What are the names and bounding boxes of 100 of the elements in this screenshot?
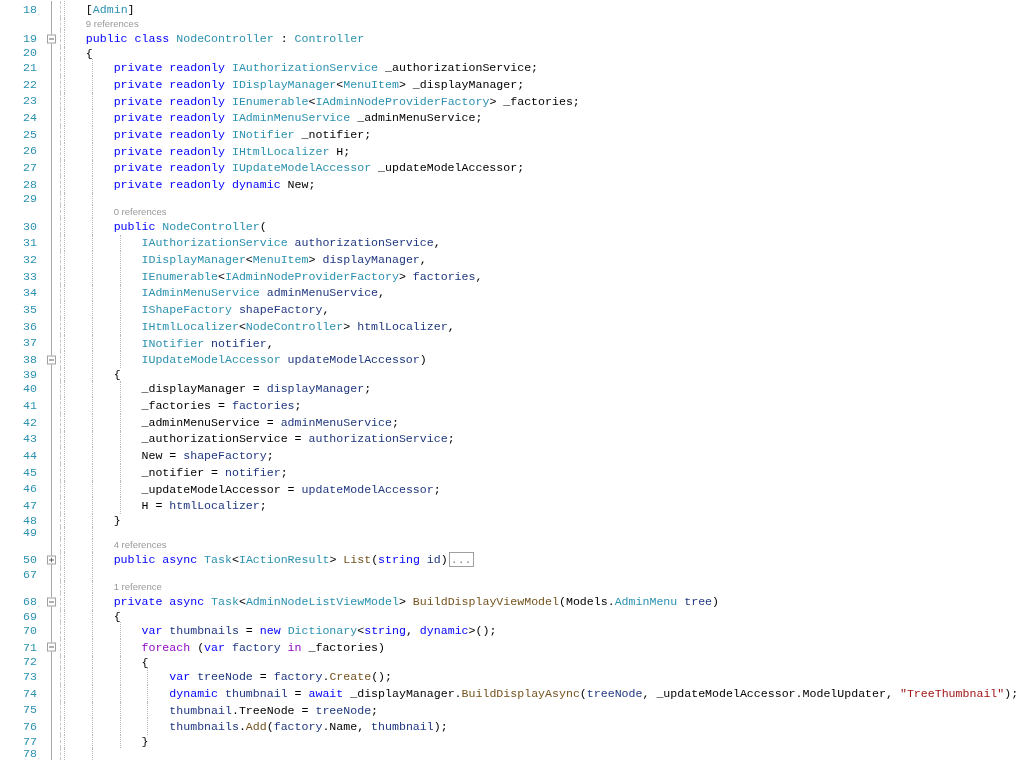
line-number: 71	[23, 639, 37, 656]
line-number: 72	[23, 655, 37, 669]
code-line: private readonly IUpdateModelAccessor _updateModelAccessor;	[113, 161, 525, 175]
line-number: 20	[23, 46, 37, 60]
code-line: _displayManager = displayManager;	[141, 382, 372, 396]
code-line: New = shapeFactory;	[141, 449, 274, 463]
code-line: IUpdateModelAccessor updateModelAccessor)	[141, 353, 427, 367]
line-number: 25	[23, 126, 37, 143]
code-line: private readonly dynamic New;	[113, 178, 316, 192]
code-line: {	[141, 655, 149, 669]
line-number: 22	[23, 76, 37, 93]
line-number: 32	[23, 251, 37, 268]
line-number: 35	[23, 301, 37, 318]
line-number: 47	[23, 498, 37, 515]
line-number: 37	[23, 335, 37, 352]
code-line: {	[113, 367, 121, 381]
line-number: 29	[23, 192, 37, 206]
line-number: 39	[23, 368, 37, 381]
code-line: public async Task<IActionResult> List(string id) ...	[113, 552, 474, 568]
line-number: 67	[23, 568, 37, 581]
code-line: public class NodeController : Controller	[85, 32, 365, 46]
code-line: IShapeFactory shapeFactory,	[141, 303, 330, 317]
plus-icon	[49, 557, 54, 563]
line-number: 24	[23, 110, 37, 127]
code-line: _authorizationService = authorizationService;	[141, 432, 455, 446]
line-number: 34	[23, 285, 37, 302]
line-number: 36	[23, 318, 37, 335]
line-number: 38	[23, 352, 37, 369]
code-line: private readonly IEnumerable<IAdminNodeProviderFactory> _factories;	[113, 94, 580, 108]
minus-icon	[49, 644, 54, 650]
collapsed-code-marker[interactable]: ...	[448, 552, 474, 568]
line-number: 48	[23, 514, 37, 527]
minus-icon	[49, 36, 54, 42]
code-line: private readonly IDisplayManager<MenuItem> _displayManager;	[113, 77, 525, 91]
code-line: }	[113, 513, 121, 527]
line-number: 18	[23, 1, 37, 18]
line-number: 33	[23, 268, 37, 285]
reference-count-link[interactable]: 9 references	[85, 17, 139, 30]
minus-icon	[49, 599, 54, 605]
code-line: _adminMenuService = adminMenuService;	[141, 415, 399, 429]
line-number: 49	[23, 526, 37, 540]
line-number: 69	[23, 609, 37, 623]
expand-button[interactable]	[47, 555, 56, 565]
line-number: 28	[23, 176, 37, 193]
code-line: var thumbnails = new Dictionary<string, dynamic>();	[141, 624, 497, 638]
code-line: private readonly IAuthorizationService _authorizationService;	[113, 61, 539, 75]
line-number: 46	[23, 481, 37, 498]
code-line: private readonly IHtmlLocalizer H;	[113, 144, 351, 158]
reference-count-link[interactable]: 0 references	[113, 205, 167, 218]
reference-count-link[interactable]: 4 references	[113, 539, 167, 552]
code-line: _factories = factories;	[141, 399, 302, 413]
line-number: 31	[23, 235, 37, 252]
code-line: }	[141, 734, 149, 748]
line-number: 68	[23, 593, 37, 610]
code-line: private readonly IAdminMenuService _adminMenuService;	[113, 111, 483, 125]
line-number: 19	[23, 30, 37, 47]
code-line: {	[113, 609, 121, 623]
line-number: 30	[23, 218, 37, 235]
line-number: 78	[23, 747, 37, 761]
line-number: 77	[23, 735, 37, 748]
code-line: IAdminMenuService adminMenuService,	[141, 286, 385, 300]
code-line: IHtmlLocalizer<NodeController> htmlLocalizer,	[141, 319, 455, 333]
code-line: [Admin]	[85, 2, 135, 16]
line-number: 40	[23, 381, 37, 398]
collapse-button[interactable]	[47, 642, 56, 652]
line-number: 75	[23, 702, 37, 719]
code-line: private async Task<AdminNodeListViewModel> BuildDisplayViewModel(Models.AdminMenu tree)	[113, 595, 720, 609]
line-number: 44	[23, 447, 37, 464]
minus-icon	[49, 357, 54, 363]
collapse-button[interactable]	[47, 355, 56, 365]
code-line: thumbnails.Add(factory.Name, thumbnail);	[169, 720, 448, 734]
code-line: _updateModelAccessor = updateModelAccessor;	[141, 482, 441, 496]
line-number: 42	[23, 414, 37, 431]
line-number: 27	[23, 160, 37, 177]
line-number: 26	[23, 143, 37, 160]
code-line: IDisplayManager<MenuItem> displayManager,	[141, 253, 427, 267]
line-number: 45	[23, 464, 37, 481]
line-number: 70	[23, 623, 37, 640]
line-number: 21	[23, 60, 37, 77]
collapse-button[interactable]	[47, 34, 56, 44]
line-number: 43	[23, 431, 37, 448]
collapse-button[interactable]	[47, 597, 56, 607]
code-line: _notifier = notifier;	[141, 465, 288, 479]
line-number: 41	[23, 397, 37, 414]
code-line: private readonly INotifier _notifier;	[113, 127, 372, 141]
code-line: IEnumerable<IAdminNodeProviderFactory> factories,	[141, 269, 483, 283]
code-line: foreach (var factory in _factories)	[141, 640, 386, 654]
line-number: 23	[23, 93, 37, 110]
code-line: INotifier notifier,	[141, 336, 274, 350]
code-line: {	[85, 46, 93, 60]
line-number: 74	[23, 685, 37, 702]
line-number: 73	[23, 668, 37, 685]
reference-count-link[interactable]: 1 reference	[113, 581, 162, 593]
line-number: 76	[23, 719, 37, 736]
code-line: var treeNode = factory.Create();	[169, 670, 392, 684]
code-line: H = htmlLocalizer;	[141, 499, 267, 513]
line-number: 50	[23, 552, 37, 569]
code-line: IAuthorizationService authorizationService,	[141, 236, 441, 250]
code-line: public NodeController(	[113, 219, 267, 233]
code-line: thumbnail.TreeNode = treeNode;	[169, 703, 379, 717]
